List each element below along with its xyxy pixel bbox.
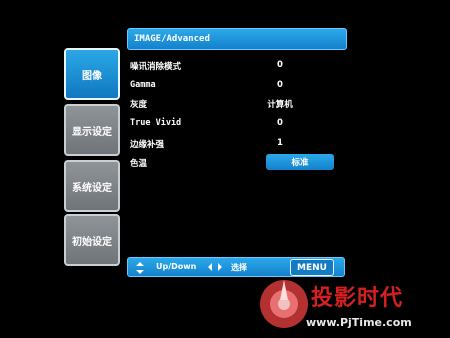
watermark-logo-icon <box>260 280 308 328</box>
page-title: IMAGE/Advanced <box>134 34 210 44</box>
setting-label: Gamma <box>130 80 156 90</box>
setting-label: 色温 <box>130 159 148 169</box>
up-down-arrow-icon <box>136 262 144 276</box>
tab-system-settings[interactable]: 系统设定 <box>64 160 120 212</box>
setting-row-edge-enhance[interactable]: 边缘补强 1 <box>130 136 345 152</box>
setting-row-gamma[interactable]: Gamma 0 <box>130 78 345 94</box>
setting-row-color-temp[interactable]: 色温 标准 <box>130 154 345 171</box>
tab-display-settings[interactable]: 显示设定 <box>64 104 120 156</box>
setting-label: 噪讯消除模式 <box>130 62 182 72</box>
setting-label: True Vivid <box>130 118 182 128</box>
color-temp-selector[interactable]: 标准 <box>266 154 334 170</box>
tab-image[interactable]: 图像 <box>64 48 120 100</box>
setting-row-true-vivid[interactable]: True Vivid 0 <box>130 116 345 132</box>
pjtime-watermark: 投影时代 www.PjTime.com <box>254 272 450 338</box>
setting-value[interactable]: 计算机 <box>250 98 310 110</box>
setting-row-noise-reduction[interactable]: 噪讯消除模式 0 <box>130 58 345 74</box>
setting-row-grayscale[interactable]: 灰度 计算机 <box>130 96 345 112</box>
setting-value[interactable]: 0 <box>260 60 300 70</box>
nav-hint: Up/Down <box>156 262 197 271</box>
watermark-url: www.PjTime.com <box>306 316 412 329</box>
menu-header: IMAGE/Advanced <box>127 28 347 50</box>
select-hint: 选择 <box>231 263 247 272</box>
watermark-brand: 投影时代 <box>311 286 404 311</box>
setting-value[interactable]: 0 <box>260 80 300 90</box>
setting-label: 边缘补强 <box>130 140 165 150</box>
setting-value[interactable]: 0 <box>260 118 300 128</box>
left-right-arrow-icon <box>208 262 222 274</box>
tab-initial-settings[interactable]: 初始设定 <box>64 214 120 266</box>
setting-value[interactable]: 1 <box>260 138 300 148</box>
setting-label: 灰度 <box>130 100 148 110</box>
